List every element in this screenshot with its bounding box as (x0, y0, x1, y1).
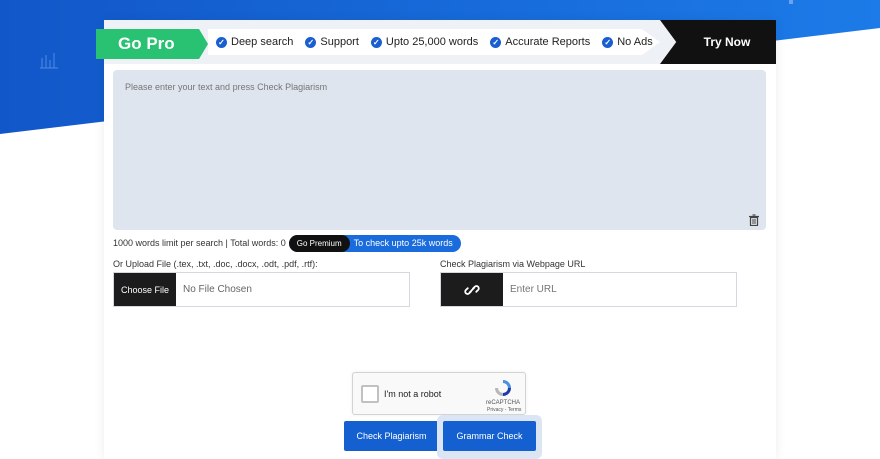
check-circle-icon: ✓ (370, 36, 382, 48)
try-now-button[interactable]: Try Now (660, 20, 776, 64)
feature-item: ✓ Deep search (216, 36, 293, 48)
word-limit-text: 1000 words limit per search | Total word… (113, 238, 286, 248)
feature-label: Upto 25,000 words (385, 36, 479, 48)
feature-item: ✓ Support (305, 36, 359, 48)
link-button[interactable] (441, 273, 503, 306)
word-limit-row: 1000 words limit per search | Total word… (113, 234, 461, 252)
recaptcha-links[interactable]: Privacy - Terms (487, 407, 521, 413)
feature-list: ✓ Deep search ✓ Support ✓ Upto 25,000 wo… (208, 29, 660, 55)
text-input[interactable] (113, 70, 766, 230)
feature-label: Support (320, 36, 359, 48)
text-editor (113, 70, 766, 230)
grammar-check-button[interactable]: Grammar Check (443, 421, 536, 451)
url-check (440, 272, 737, 307)
premium-text: To check upto 25k words (353, 238, 453, 248)
url-input[interactable] (503, 273, 736, 306)
file-status: No File Chosen (183, 284, 252, 295)
trash-icon[interactable] (748, 214, 760, 226)
check-circle-icon: ✓ (602, 36, 614, 48)
check-circle-icon: ✓ (216, 36, 227, 48)
check-plagiarism-button[interactable]: Check Plagiarism (344, 421, 439, 451)
choose-file-button[interactable]: Choose File (114, 273, 176, 306)
recaptcha-brand: reCAPTCHA (486, 400, 521, 406)
go-premium-pill[interactable]: Go Premium To check upto 25k words (288, 234, 461, 252)
url-label: Check Plagiarism via Webpage URL (440, 259, 586, 269)
feature-item: ✓ No Ads (602, 36, 653, 48)
file-upload: Choose File No File Chosen (113, 272, 410, 307)
feature-item: ✓ Accurate Reports (490, 36, 590, 48)
recaptcha-widget: I'm not a robot reCAPTCHA Privacy - Term… (352, 372, 526, 415)
go-pro-banner: Go Pro ✓ Deep search ✓ Support ✓ Upto 25… (96, 20, 776, 64)
feature-label: No Ads (617, 36, 653, 48)
recaptcha-label: I'm not a robot (384, 389, 442, 399)
check-circle-icon: ✓ (490, 36, 502, 48)
go-pro-badge: Go Pro (96, 29, 208, 59)
check-circle-icon: ✓ (305, 36, 317, 48)
go-premium-button[interactable]: Go Premium (288, 234, 350, 252)
feature-label: Accurate Reports (505, 36, 591, 48)
recaptcha-logo-icon (495, 380, 511, 396)
link-icon (464, 284, 480, 295)
feature-label: Deep search (231, 36, 294, 48)
upload-label: Or Upload File (.tex, .txt, .doc, .docx,… (113, 259, 318, 269)
recaptcha-checkbox[interactable] (361, 385, 379, 403)
feature-item: ✓ Upto 25,000 words (370, 36, 479, 48)
